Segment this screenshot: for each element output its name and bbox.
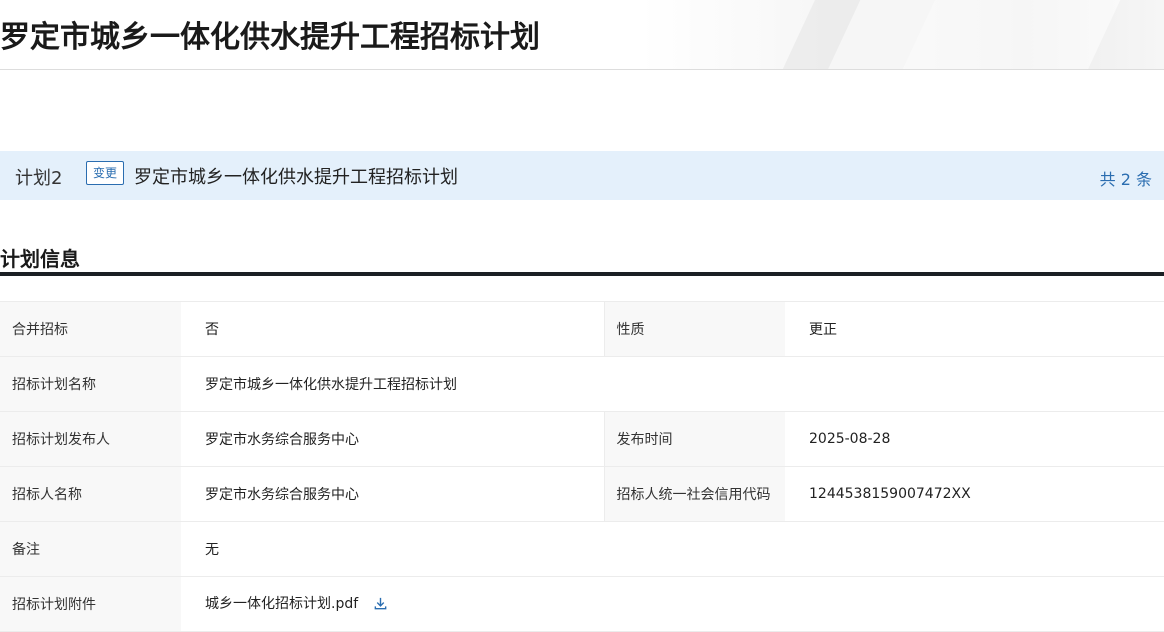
plan-number: 计划2 bbox=[15, 168, 63, 189]
table-row: 招标计划发布人 罗定市水务综合服务中心 发布时间 2025-08-28 bbox=[0, 411, 1164, 467]
table-row: 招标计划名称 罗定市城乡一体化供水提升工程招标计划 bbox=[0, 356, 1164, 412]
merge-value: 否 bbox=[181, 301, 604, 357]
remark-label: 备注 bbox=[0, 521, 181, 577]
tenderer-value: 罗定市水务综合服务中心 bbox=[181, 466, 604, 522]
tenderer-label: 招标人名称 bbox=[0, 466, 181, 522]
page-header: 罗定市城乡一体化供水提升工程招标计划 bbox=[0, 0, 1164, 70]
publisher-label: 招标计划发布人 bbox=[0, 411, 181, 467]
plan-name-value: 罗定市城乡一体化供水提升工程招标计划 bbox=[181, 356, 1164, 412]
plan-info-table: 合并招标 否 性质 更正 招标计划名称 罗定市城乡一体化供水提升工程招标计划 招… bbox=[0, 301, 1164, 632]
header-decoration bbox=[813, 0, 1135, 69]
section-divider bbox=[0, 272, 1164, 276]
remark-value: 无 bbox=[181, 521, 1164, 577]
plan-name: 罗定市城乡一体化供水提升工程招标计划 bbox=[134, 167, 458, 188]
publish-time-value: 2025-08-28 bbox=[785, 411, 1164, 467]
plan-count-link[interactable]: 共 2 条 bbox=[1100, 166, 1152, 190]
attachment-cell: 城乡一体化招标计划.pdf bbox=[181, 576, 1164, 632]
change-tag: 变更 bbox=[86, 161, 125, 185]
publisher-value: 罗定市水务综合服务中心 bbox=[181, 411, 604, 467]
section-title: 计划信息 bbox=[0, 247, 80, 271]
table-row: 招标计划附件 城乡一体化招标计划.pdf bbox=[0, 576, 1164, 632]
table-row: 合并招标 否 性质 更正 bbox=[0, 301, 1164, 357]
nature-label: 性质 bbox=[603, 301, 785, 357]
nature-value: 更正 bbox=[785, 301, 1164, 357]
page-title: 罗定市城乡一体化供水提升工程招标计划 bbox=[0, 20, 540, 55]
publish-time-label: 发布时间 bbox=[603, 411, 785, 467]
table-row: 招标人名称 罗定市水务综合服务中心 招标人统一社会信用代码 1244538159… bbox=[0, 466, 1164, 522]
attachment-file-name[interactable]: 城乡一体化招标计划.pdf bbox=[205, 596, 358, 612]
download-icon[interactable] bbox=[373, 596, 388, 615]
credit-code-value: 1244538159007472XX bbox=[785, 466, 1164, 522]
plan-bar: 计划2 变更 罗定市城乡一体化供水提升工程招标计划 共 2 条 bbox=[0, 151, 1164, 200]
plan-name-label: 招标计划名称 bbox=[0, 356, 181, 412]
credit-code-label: 招标人统一社会信用代码 bbox=[603, 466, 785, 522]
attachment-label: 招标计划附件 bbox=[0, 576, 181, 632]
merge-label: 合并招标 bbox=[0, 301, 181, 357]
table-row: 备注 无 bbox=[0, 521, 1164, 577]
